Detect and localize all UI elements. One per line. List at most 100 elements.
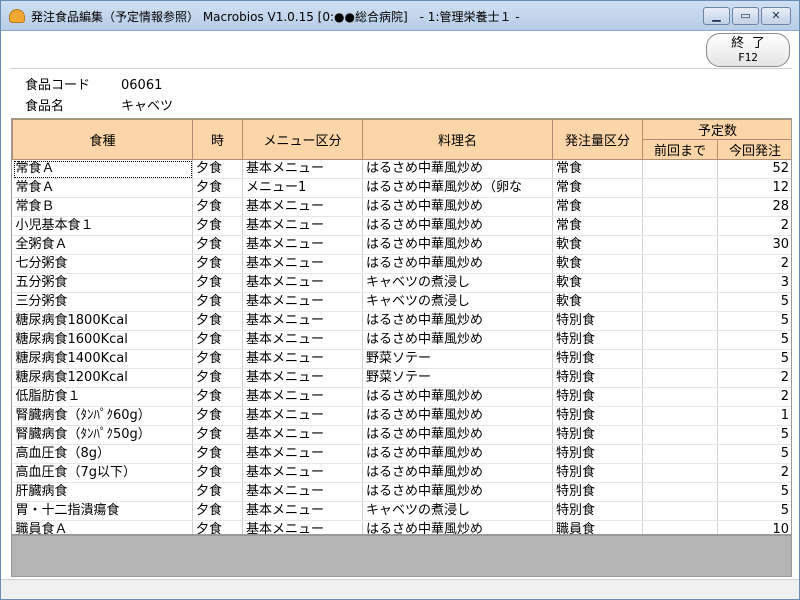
cell-toki[interactable]: 夕食 <box>192 159 243 179</box>
cell-ryouri[interactable]: はるさめ中華風炒め <box>362 159 553 179</box>
close-button[interactable]: ✕ <box>761 7 791 25</box>
cell-zenkai[interactable] <box>642 292 718 312</box>
cell-konkai[interactable]: 2 <box>717 368 791 388</box>
cell-toki[interactable]: 夕食 <box>192 254 243 274</box>
cell-ryouri[interactable]: はるさめ中華風炒め <box>362 235 553 255</box>
table-row[interactable]: 糖尿病食1600Kcal 夕食 基本メニュー はるさめ中華風炒め 特別食 5 <box>12 330 791 350</box>
cell-zenkai[interactable] <box>642 178 718 198</box>
table-row[interactable]: 高血圧食（8g） 夕食 基本メニュー はるさめ中華風炒め 特別食 5 <box>12 444 791 464</box>
table-row[interactable]: 三分粥食 夕食 基本メニュー キャベツの煮浸し 軟食 5 <box>12 292 791 312</box>
cell-zenkai[interactable] <box>642 406 718 426</box>
col-header-shokushu[interactable]: 食種 <box>12 119 193 160</box>
cell-zenkai[interactable] <box>642 425 718 445</box>
table-row[interactable]: 糖尿病食1200Kcal 夕食 基本メニュー 野菜ソテー 特別食 2 <box>12 368 791 388</box>
col-header-ryouri[interactable]: 料理名 <box>362 119 553 160</box>
cell-menu[interactable]: 基本メニュー <box>242 216 363 236</box>
cell-toki[interactable]: 夕食 <box>192 273 243 293</box>
cell-hacchu[interactable]: 軟食 <box>552 254 643 274</box>
cell-konkai[interactable]: 10 <box>717 520 791 534</box>
cell-shokushu[interactable]: 肝臓病食 <box>12 482 193 502</box>
cell-konkai[interactable]: 12 <box>717 178 791 198</box>
cell-shokushu[interactable]: 常食Ａ <box>12 159 193 179</box>
cell-zenkai[interactable] <box>642 463 718 483</box>
cell-shokushu[interactable]: 胃・十二指潰瘍食 <box>12 501 193 521</box>
cell-menu[interactable]: 基本メニュー <box>242 311 363 331</box>
cell-ryouri[interactable]: はるさめ中華風炒め <box>362 463 553 483</box>
cell-toki[interactable]: 夕食 <box>192 235 243 255</box>
cell-toki[interactable]: 夕食 <box>192 501 243 521</box>
cell-ryouri[interactable]: はるさめ中華風炒め <box>362 387 553 407</box>
cell-zenkai[interactable] <box>642 349 718 369</box>
cell-konkai[interactable]: 5 <box>717 330 791 350</box>
cell-menu[interactable]: 基本メニュー <box>242 406 363 426</box>
table-row[interactable]: 小児基本食１ 夕食 基本メニュー はるさめ中華風炒め 常食 2 <box>12 216 791 236</box>
table-row[interactable]: 肝臓病食 夕食 基本メニュー はるさめ中華風炒め 特別食 5 <box>12 482 791 502</box>
cell-menu[interactable]: 基本メニュー <box>242 235 363 255</box>
cell-toki[interactable]: 夕食 <box>192 330 243 350</box>
cell-ryouri[interactable]: はるさめ中華風炒め <box>362 482 553 502</box>
cell-menu[interactable]: 基本メニュー <box>242 254 363 274</box>
table-row[interactable]: 職員食Ａ 夕食 基本メニュー はるさめ中華風炒め 職員食 10 <box>12 520 791 534</box>
cell-menu[interactable]: 基本メニュー <box>242 387 363 407</box>
cell-toki[interactable]: 夕食 <box>192 463 243 483</box>
cell-toki[interactable]: 夕食 <box>192 444 243 464</box>
cell-ryouri[interactable]: はるさめ中華風炒め <box>362 444 553 464</box>
cell-shokushu[interactable]: 糖尿病食1200Kcal <box>12 368 193 388</box>
cell-hacchu[interactable]: 特別食 <box>552 444 643 464</box>
cell-zenkai[interactable] <box>642 216 718 236</box>
cell-hacchu[interactable]: 特別食 <box>552 482 643 502</box>
cell-menu[interactable]: 基本メニュー <box>242 482 363 502</box>
title-bar[interactable]: 発注食品編集（予定情報参照） Macrobios V1.0.15 [0:●●総合… <box>1 1 799 31</box>
cell-menu[interactable]: 基本メニュー <box>242 425 363 445</box>
cell-toki[interactable]: 夕食 <box>192 178 243 198</box>
cell-toki[interactable]: 夕食 <box>192 387 243 407</box>
cell-zenkai[interactable] <box>642 273 718 293</box>
cell-hacchu[interactable]: 特別食 <box>552 425 643 445</box>
table-row[interactable]: 全粥食Ａ 夕食 基本メニュー はるさめ中華風炒め 軟食 30 <box>12 235 791 255</box>
minimize-button[interactable]: ▁ <box>703 7 730 25</box>
cell-konkai[interactable]: 2 <box>717 463 791 483</box>
cell-toki[interactable]: 夕食 <box>192 216 243 236</box>
cell-menu[interactable]: メニュー1 <box>242 178 363 198</box>
cell-hacchu[interactable]: 常食 <box>552 197 643 217</box>
cell-ryouri[interactable]: はるさめ中華風炒め <box>362 330 553 350</box>
cell-menu[interactable]: 基本メニュー <box>242 349 363 369</box>
cell-toki[interactable]: 夕食 <box>192 425 243 445</box>
cell-konkai[interactable]: 5 <box>717 349 791 369</box>
order-grid[interactable]: 食種 時 メニュー区分 料理名 発注量区分 予定数 前回まで 今回発注 常食Ａ 夕… <box>11 118 792 535</box>
cell-ryouri[interactable]: キャベツの煮浸し <box>362 273 553 293</box>
cell-hacchu[interactable]: 軟食 <box>552 235 643 255</box>
cell-ryouri[interactable]: はるさめ中華風炒め <box>362 406 553 426</box>
cell-shokushu[interactable]: 常食Ａ <box>12 178 193 198</box>
cell-menu[interactable]: 基本メニュー <box>242 273 363 293</box>
cell-shokushu[interactable]: 腎臓病食（ﾀﾝﾊﾟｸ50g） <box>12 425 193 445</box>
cell-toki[interactable]: 夕食 <box>192 482 243 502</box>
cell-zenkai[interactable] <box>642 254 718 274</box>
cell-zenkai[interactable] <box>642 235 718 255</box>
table-row[interactable]: 高血圧食（7g以下） 夕食 基本メニュー はるさめ中華風炒め 特別食 2 <box>12 463 791 483</box>
cell-ryouri[interactable]: はるさめ中華風炒め <box>362 254 553 274</box>
cell-konkai[interactable]: 2 <box>717 254 791 274</box>
cell-menu[interactable]: 基本メニュー <box>242 520 363 534</box>
cell-hacchu[interactable]: 特別食 <box>552 330 643 350</box>
table-row[interactable]: 常食Ｂ 夕食 基本メニュー はるさめ中華風炒め 常食 28 <box>12 197 791 217</box>
col-header-menu[interactable]: メニュー区分 <box>242 119 363 160</box>
cell-konkai[interactable]: 5 <box>717 444 791 464</box>
table-row[interactable]: 七分粥食 夕食 基本メニュー はるさめ中華風炒め 軟食 2 <box>12 254 791 274</box>
cell-zenkai[interactable] <box>642 197 718 217</box>
cell-menu[interactable]: 基本メニュー <box>242 159 363 179</box>
end-button[interactable]: 終 了 F12 <box>706 33 790 67</box>
cell-konkai[interactable]: 52 <box>717 159 791 179</box>
cell-zenkai[interactable] <box>642 482 718 502</box>
cell-konkai[interactable]: 5 <box>717 482 791 502</box>
cell-konkai[interactable]: 30 <box>717 235 791 255</box>
cell-konkai[interactable]: 5 <box>717 425 791 445</box>
col-header-yoteisu[interactable]: 予定数 <box>641 119 791 140</box>
cell-shokushu[interactable]: 糖尿病食1800Kcal <box>12 311 193 331</box>
table-row[interactable]: 腎臓病食（ﾀﾝﾊﾟｸ50g） 夕食 基本メニュー はるさめ中華風炒め 特別食 5 <box>12 425 791 445</box>
cell-ryouri[interactable]: はるさめ中華風炒め <box>362 425 553 445</box>
cell-konkai[interactable]: 5 <box>717 311 791 331</box>
cell-konkai[interactable]: 28 <box>717 197 791 217</box>
cell-ryouri[interactable]: 野菜ソテー <box>362 368 553 388</box>
cell-hacchu[interactable]: 特別食 <box>552 368 643 388</box>
